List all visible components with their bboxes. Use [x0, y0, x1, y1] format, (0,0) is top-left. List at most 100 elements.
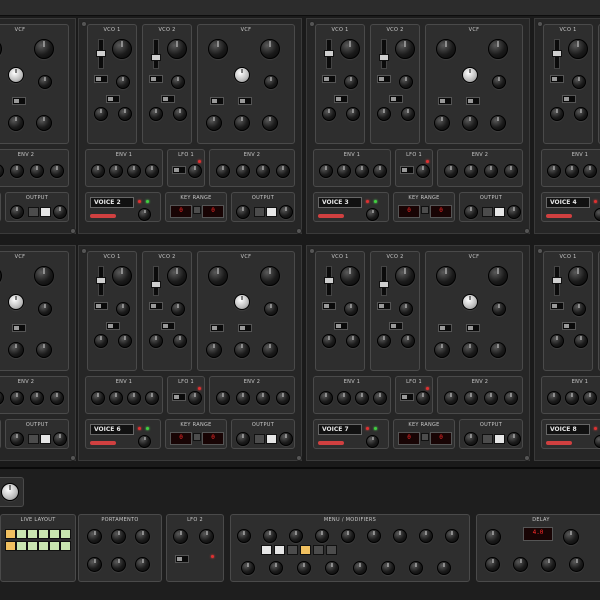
env1-knob-attack[interactable] — [319, 391, 333, 405]
output-solo-button[interactable] — [40, 207, 51, 217]
env2-knob-attack[interactable] — [216, 164, 230, 178]
vcf-kbd-knob[interactable] — [434, 115, 450, 131]
output-pan-knob[interactable] — [464, 432, 478, 446]
voice-level-bar[interactable] — [318, 214, 344, 218]
vco2-mod-knob[interactable] — [377, 107, 391, 121]
vco2-wave-switch[interactable] — [377, 75, 391, 83]
vco1-fine-knob[interactable] — [572, 302, 586, 316]
vcf-resonance-knob[interactable] — [488, 39, 508, 59]
vco1-mod-knob[interactable] — [322, 334, 336, 348]
output-mute-button[interactable] — [482, 207, 493, 217]
output-pan-knob[interactable] — [10, 432, 24, 446]
vcf-kbd-knob[interactable] — [434, 342, 450, 358]
voice-level-bar[interactable] — [90, 214, 116, 218]
vco1-tune-knob[interactable] — [112, 266, 132, 286]
modifier-knob-bottom-8[interactable] — [437, 561, 451, 575]
vco1-tune-knob[interactable] — [568, 266, 588, 286]
modifier-knob-top-2[interactable] — [263, 529, 277, 543]
vcf-cutoff-knob[interactable] — [208, 266, 228, 286]
vco2-pw-knob[interactable] — [401, 334, 415, 348]
env2-knob-release[interactable] — [276, 164, 290, 178]
vcf-slope-switch[interactable] — [466, 97, 480, 105]
output-level-knob[interactable] — [53, 205, 67, 219]
vco1-wave-switch[interactable] — [94, 75, 108, 83]
env1-knob-sustain[interactable] — [127, 164, 141, 178]
env1-knob-attack[interactable] — [319, 164, 333, 178]
vco2-mod-knob[interactable] — [377, 334, 391, 348]
output-mute-button[interactable] — [28, 434, 39, 444]
output-level-knob[interactable] — [507, 205, 521, 219]
modifier-knob-bottom-1[interactable] — [241, 561, 255, 575]
lfo1-rate-knob[interactable] — [188, 164, 202, 178]
vco2-mod-knob[interactable] — [149, 107, 163, 121]
key-range-learn-button[interactable] — [193, 433, 201, 441]
lfo1-wave-switch[interactable] — [172, 393, 186, 401]
output-mute-button[interactable] — [254, 434, 265, 444]
vcf-lfo-knob[interactable] — [462, 115, 478, 131]
vco1-mod-knob[interactable] — [94, 334, 108, 348]
output-solo-button[interactable] — [494, 207, 505, 217]
env2-knob-sustain[interactable] — [30, 164, 44, 178]
portamento-knob-2[interactable] — [111, 529, 126, 544]
portamento-curve-knob-3[interactable] — [135, 557, 150, 572]
key-range-learn-button[interactable] — [421, 206, 429, 214]
modifier-button-1[interactable] — [261, 545, 272, 555]
vco1-range-switch[interactable] — [106, 322, 120, 330]
vcf-env-knob[interactable] — [264, 75, 278, 89]
vco1-fader-slot[interactable] — [96, 266, 106, 296]
env2-knob-attack[interactable] — [444, 164, 458, 178]
env1-knob-sustain[interactable] — [583, 391, 597, 405]
output-solo-button[interactable] — [266, 207, 277, 217]
layout-button-3[interactable] — [27, 529, 38, 539]
delay-feedback-knob[interactable] — [563, 529, 579, 545]
layout-button-10[interactable] — [38, 541, 49, 551]
modifier-knob-top-4[interactable] — [315, 529, 329, 543]
env1-knob-decay[interactable] — [109, 391, 123, 405]
modifier-knob-bottom-2[interactable] — [269, 561, 283, 575]
portamento-curve-knob-2[interactable] — [111, 557, 126, 572]
modifier-knob-top-3[interactable] — [289, 529, 303, 543]
vcf-env-knob[interactable] — [38, 75, 52, 89]
vco2-pw-knob[interactable] — [401, 107, 415, 121]
vcf-drive-knob[interactable] — [8, 294, 24, 310]
key-range-learn-button[interactable] — [421, 433, 429, 441]
vcf-lfo-knob[interactable] — [8, 342, 24, 358]
vco1-pw-knob[interactable] — [346, 107, 360, 121]
output-level-knob[interactable] — [507, 432, 521, 446]
lfo1-wave-switch[interactable] — [400, 166, 414, 174]
env2-knob-attack[interactable] — [216, 391, 230, 405]
env2-knob-attack[interactable] — [0, 164, 4, 178]
vco1-range-switch[interactable] — [334, 322, 348, 330]
vco2-fader-slot[interactable] — [151, 39, 161, 69]
env2-knob-decay[interactable] — [464, 164, 478, 178]
vco1-pw-knob[interactable] — [574, 334, 588, 348]
vco1-pw-knob[interactable] — [118, 107, 132, 121]
layout-button-1[interactable] — [5, 529, 16, 539]
vcf-env-knob[interactable] — [492, 302, 506, 316]
delay-knob-3[interactable] — [541, 557, 556, 572]
output-pan-knob[interactable] — [464, 205, 478, 219]
vco2-pw-knob[interactable] — [173, 334, 187, 348]
output-pan-knob[interactable] — [236, 205, 250, 219]
lfo1-rate-knob[interactable] — [416, 391, 430, 405]
vco2-tune-knob[interactable] — [167, 39, 187, 59]
env1-knob-decay[interactable] — [337, 391, 351, 405]
vcf-vel-knob[interactable] — [36, 342, 52, 358]
vco1-fader[interactable] — [552, 277, 562, 284]
modifier-button-2[interactable] — [274, 545, 285, 555]
vco1-tune-knob[interactable] — [112, 39, 132, 59]
modifier-knob-top-8[interactable] — [419, 529, 433, 543]
modifier-button-5[interactable] — [313, 545, 324, 555]
vco1-fine-knob[interactable] — [572, 75, 586, 89]
layout-button-5[interactable] — [49, 529, 60, 539]
vcf-cutoff-knob[interactable] — [0, 266, 2, 286]
voice-volume-knob[interactable] — [594, 435, 600, 448]
output-level-knob[interactable] — [279, 432, 293, 446]
vco1-pw-knob[interactable] — [118, 334, 132, 348]
vcf-slope-switch[interactable] — [238, 97, 252, 105]
env1-knob-decay[interactable] — [337, 164, 351, 178]
layout-button-6[interactable] — [60, 529, 71, 539]
env2-knob-attack[interactable] — [444, 391, 458, 405]
vco1-wave-switch[interactable] — [322, 302, 336, 310]
vco2-fine-knob[interactable] — [171, 302, 185, 316]
